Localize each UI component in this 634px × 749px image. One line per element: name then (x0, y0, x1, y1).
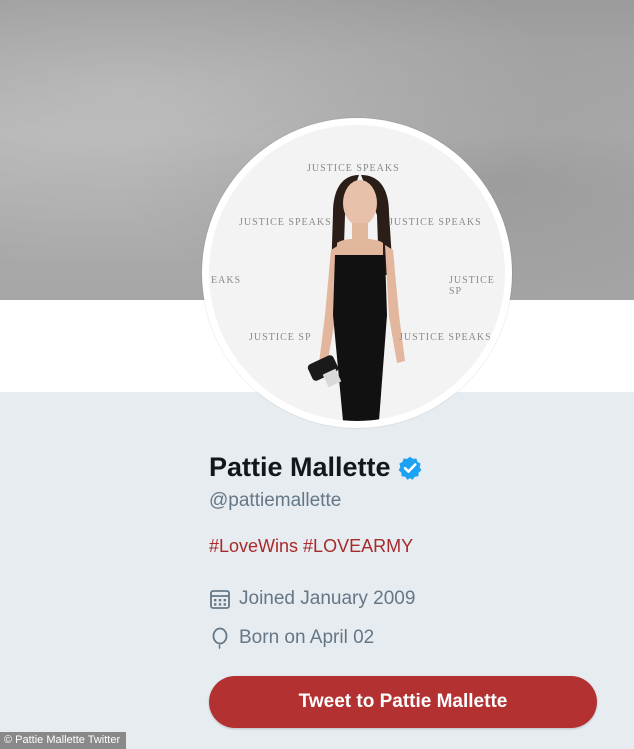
profile-avatar[interactable]: JUSTICE SPEAKS JUSTICE SPEAKS EAKS JUSTI… (202, 118, 512, 428)
joined-date-text: Joined January 2009 (239, 588, 416, 609)
backdrop-text: JUSTICE SPEAKS (399, 332, 492, 343)
backdrop-text: JUSTICE SP (449, 275, 495, 297)
verified-badge-icon (398, 456, 421, 480)
birthday-text: Born on April 02 (239, 627, 375, 648)
profile-name[interactable]: Pattie Mallette (209, 452, 391, 483)
profile-handle[interactable]: @pattiemallette (209, 490, 341, 512)
backdrop-text: JUSTICE SPEAKS (307, 163, 400, 174)
backdrop-text: JUSTICE SPEAKS (239, 217, 332, 228)
profile-name-row: Pattie Mallette (209, 452, 423, 483)
avatar-photo: JUSTICE SPEAKS JUSTICE SPEAKS EAKS JUSTI… (209, 125, 505, 421)
backdrop-text: EAKS (211, 275, 242, 286)
joined-date-row: Joined January 2009 (209, 588, 415, 610)
birthday-row: Born on April 02 (209, 627, 374, 649)
calendar-icon (210, 590, 230, 609)
tweet-to-button[interactable]: Tweet to Pattie Mallette (209, 676, 597, 728)
backdrop-text: JUSTICE SP (249, 332, 312, 343)
profile-bio-hashtags[interactable]: #LoveWins #LOVEARMY (209, 536, 413, 557)
backdrop-text: JUSTICE SPEAKS (389, 217, 482, 228)
balloon-icon (212, 627, 228, 649)
photo-credit-caption: © Pattie Mallette Twitter (0, 732, 127, 749)
